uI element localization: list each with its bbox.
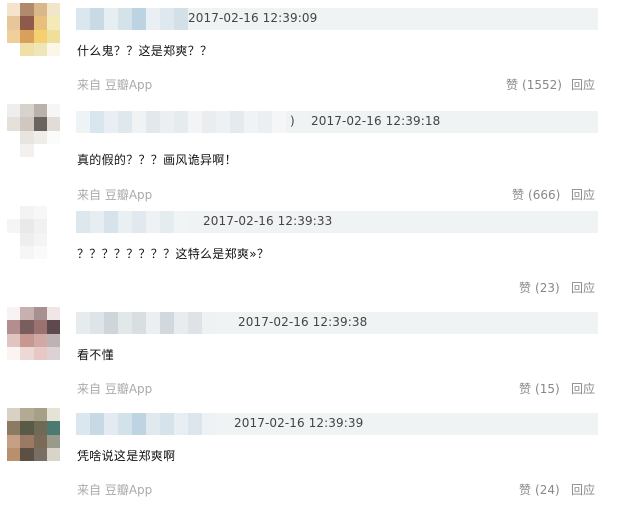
like-count: (666) [528, 188, 561, 202]
comment-item: 2017-02-16 12:39:09 什么鬼？？这是郑爽？？ 来自 豆瓣App… [0, 0, 621, 101]
comment-source: 来自 豆瓣App [77, 382, 153, 396]
username-suffix: ) [290, 114, 295, 128]
comment-text: 凭啥说这是郑爽啊 [77, 449, 176, 463]
like-label: 赞 [519, 281, 532, 295]
comment-timestamp: 2017-02-16 12:39:39 [234, 416, 364, 430]
like-button[interactable]: 赞 (666) [512, 186, 560, 203]
like-count: (23) [535, 281, 560, 295]
like-count: (24) [535, 483, 560, 497]
like-button[interactable]: 赞 (24) [519, 481, 560, 498]
reply-button[interactable]: 回应 [571, 380, 595, 397]
like-button[interactable]: 赞 (15) [519, 380, 560, 397]
avatar[interactable] [7, 307, 60, 360]
reply-button[interactable]: 回应 [571, 481, 595, 498]
username-blurred[interactable] [76, 111, 286, 133]
reply-button[interactable]: 回应 [571, 186, 595, 203]
reply-button[interactable]: 回应 [571, 279, 595, 296]
comment-source: 来自 豆瓣App [77, 483, 153, 497]
comment-source: 来自 豆瓣App [77, 78, 153, 92]
avatar[interactable] [7, 104, 60, 157]
comment-timestamp: 2017-02-16 12:39:09 [188, 11, 318, 25]
comment-header: 2017-02-16 12:39:09 [76, 8, 598, 30]
like-label: 赞 [519, 382, 532, 396]
avatar[interactable] [7, 206, 60, 259]
like-label: 赞 [512, 188, 525, 202]
comment-header: 2017-02-16 12:39:38 [76, 312, 598, 334]
username-blurred[interactable] [76, 8, 188, 30]
comment-item: 2017-02-16 12:39:33 ？？？？？？？？这特么是郑爽»？ 赞 (2… [0, 203, 621, 304]
comment-item: ) 2017-02-16 12:39:18 真的假的？？？画风诡异啊！ 来自 豆… [0, 101, 621, 202]
like-button[interactable]: 赞 (23) [519, 279, 560, 296]
comment-text: 真的假的？？？画风诡异啊！ [77, 153, 237, 167]
comment-source: 来自 豆瓣App [77, 188, 153, 202]
username-blurred[interactable] [76, 413, 216, 435]
comment-header: 2017-02-16 12:39:39 [76, 413, 598, 435]
comment-timestamp: 2017-02-16 12:39:38 [238, 315, 368, 329]
comment-header: ) 2017-02-16 12:39:18 [76, 111, 598, 133]
avatar[interactable] [7, 3, 60, 56]
like-label: 赞 [519, 483, 532, 497]
avatar[interactable] [7, 408, 60, 461]
like-label: 赞 [506, 78, 519, 92]
like-button[interactable]: 赞 (1552) [506, 76, 562, 93]
comment-text: 看不懂 [77, 348, 114, 362]
comment-item: 2017-02-16 12:39:39 凭啥说这是郑爽啊 来自 豆瓣App 赞(… [0, 405, 621, 506]
comment-timestamp: 2017-02-16 12:39:18 [311, 114, 441, 128]
comment-text: ？？？？？？？？这特么是郑爽»？ [77, 247, 270, 261]
comment-text: 什么鬼？？这是郑爽？？ [77, 44, 213, 58]
username-blurred[interactable] [76, 211, 188, 233]
reply-button[interactable]: 回应 [571, 76, 595, 93]
like-count: (15) [535, 382, 560, 396]
comment-timestamp: 2017-02-16 12:39:33 [203, 214, 333, 228]
comment-header: 2017-02-16 12:39:33 [76, 211, 598, 233]
username-blurred[interactable] [76, 312, 216, 334]
like-count: (1552) [522, 78, 562, 92]
comment-item: 2017-02-16 12:39:38 看不懂 来自 豆瓣App 赞 (15) 回… [0, 304, 621, 405]
